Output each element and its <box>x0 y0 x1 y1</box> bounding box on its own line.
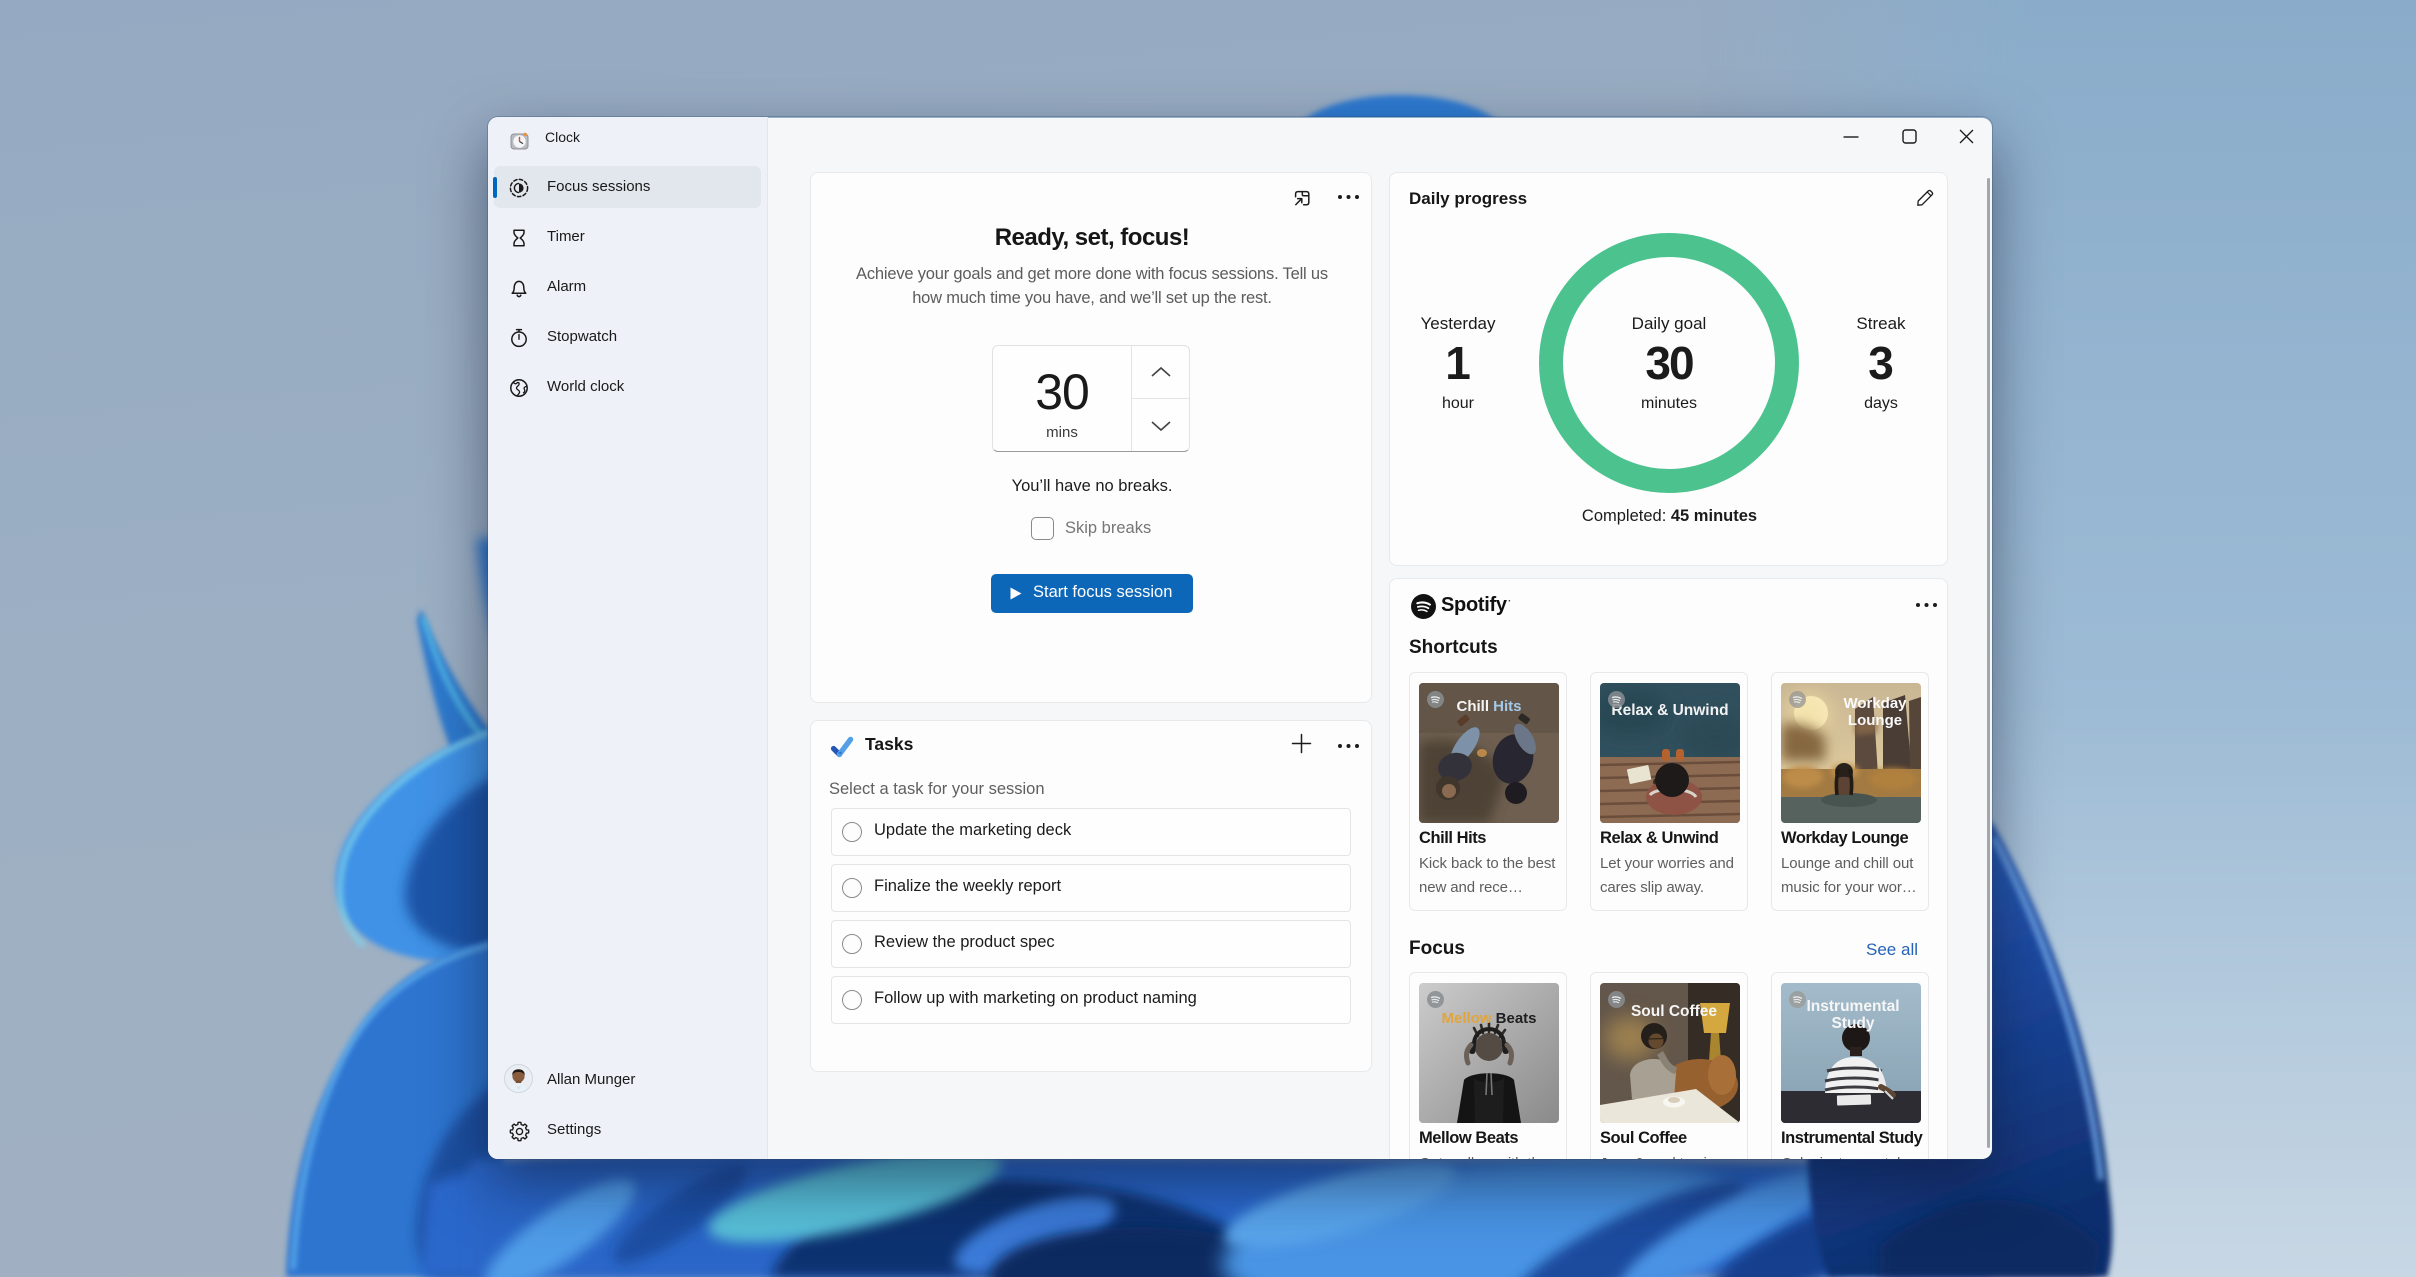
svg-text:Study: Study <box>1831 1015 1874 1032</box>
svg-text:Lounge: Lounge <box>1848 712 1902 729</box>
svg-text:Soul Coffee: Soul Coffee <box>1631 1003 1717 1020</box>
svg-text:Mellow Beats: Mellow Beats <box>1441 1010 1536 1027</box>
svg-text:Workday: Workday <box>1843 695 1907 712</box>
svg-text:Relax & Unwind: Relax & Unwind <box>1611 702 1728 719</box>
svg-text:Instrumental: Instrumental <box>1806 998 1899 1015</box>
svg-text:Chill Hits: Chill Hits <box>1456 698 1521 715</box>
